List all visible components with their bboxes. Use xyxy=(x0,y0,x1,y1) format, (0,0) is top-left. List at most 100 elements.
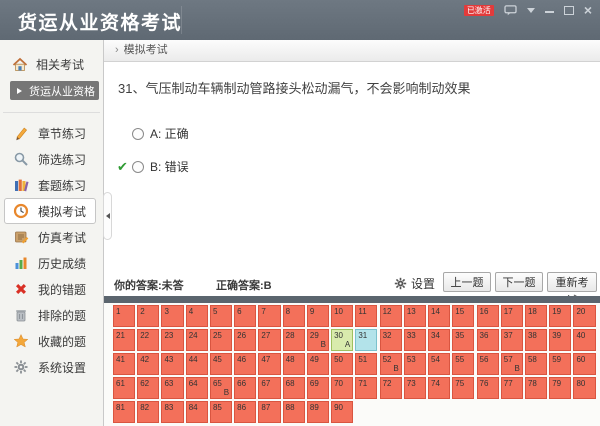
question-cell-27[interactable]: 27 xyxy=(258,329,280,351)
sidebar-item-mock-exam[interactable]: 模拟考试 xyxy=(4,198,96,224)
feedback-chat-icon[interactable] xyxy=(504,5,517,16)
question-cell-20[interactable]: 20 xyxy=(573,305,595,327)
question-cell-7[interactable]: 7 xyxy=(258,305,280,327)
question-cell-60[interactable]: 60 xyxy=(573,353,595,375)
question-cell-1[interactable]: 1 xyxy=(113,305,135,327)
question-cell-3[interactable]: 3 xyxy=(161,305,183,327)
question-cell-45[interactable]: 45 xyxy=(210,353,232,375)
question-cell-68[interactable]: 68 xyxy=(283,377,305,399)
question-cell-72[interactable]: 72 xyxy=(380,377,402,399)
question-cell-29[interactable]: 29B xyxy=(307,329,329,351)
question-cell-86[interactable]: 86 xyxy=(234,401,256,423)
question-cell-40[interactable]: 40 xyxy=(573,329,595,351)
sidebar-item-filter-practice[interactable]: 筛选练习 xyxy=(0,146,103,172)
question-cell-43[interactable]: 43 xyxy=(161,353,183,375)
question-cell-53[interactable]: 53 xyxy=(404,353,426,375)
option-b-label[interactable]: B: 错误 xyxy=(150,158,189,175)
question-cell-87[interactable]: 87 xyxy=(258,401,280,423)
question-cell-81[interactable]: 81 xyxy=(113,401,135,423)
question-cell-61[interactable]: 61 xyxy=(113,377,135,399)
sidebar-item-my-mistakes[interactable]: 我的错题 xyxy=(0,276,103,302)
sidebar-item-chapter-practice[interactable]: 章节练习 xyxy=(0,120,103,146)
question-cell-21[interactable]: 21 xyxy=(113,329,135,351)
question-cell-32[interactable]: 32 xyxy=(380,329,402,351)
settings-button[interactable]: 设置 xyxy=(394,275,435,292)
question-cell-67[interactable]: 67 xyxy=(258,377,280,399)
question-cell-62[interactable]: 62 xyxy=(137,377,159,399)
restart-exam-button[interactable]: 重新考试 xyxy=(547,272,597,292)
question-cell-47[interactable]: 47 xyxy=(258,353,280,375)
question-cell-11[interactable]: 11 xyxy=(355,305,377,327)
question-cell-28[interactable]: 28 xyxy=(283,329,305,351)
question-cell-70[interactable]: 70 xyxy=(331,377,353,399)
sidebar-item-simulation-exam[interactable]: 仿真考试 xyxy=(0,224,103,250)
question-cell-22[interactable]: 22 xyxy=(137,329,159,351)
question-cell-59[interactable]: 59 xyxy=(549,353,571,375)
question-cell-65[interactable]: 65B xyxy=(210,377,232,399)
question-cell-77[interactable]: 77 xyxy=(501,377,523,399)
question-cell-36[interactable]: 36 xyxy=(477,329,499,351)
question-cell-82[interactable]: 82 xyxy=(137,401,159,423)
question-cell-55[interactable]: 55 xyxy=(452,353,474,375)
question-cell-52[interactable]: 52B xyxy=(380,353,402,375)
question-cell-90[interactable]: 90 xyxy=(331,401,353,423)
question-cell-38[interactable]: 38 xyxy=(525,329,547,351)
question-cell-83[interactable]: 83 xyxy=(161,401,183,423)
previous-question-button[interactable]: 上一题 xyxy=(443,272,491,292)
question-cell-17[interactable]: 17 xyxy=(501,305,523,327)
question-cell-8[interactable]: 8 xyxy=(283,305,305,327)
question-cell-14[interactable]: 14 xyxy=(428,305,450,327)
question-cell-23[interactable]: 23 xyxy=(161,329,183,351)
question-cell-64[interactable]: 64 xyxy=(186,377,208,399)
menu-dropdown-icon[interactable] xyxy=(527,8,535,13)
sidebar-item-system-settings[interactable]: 系统设置 xyxy=(0,354,103,380)
question-cell-9[interactable]: 9 xyxy=(307,305,329,327)
question-cell-71[interactable]: 71 xyxy=(355,377,377,399)
question-cell-6[interactable]: 6 xyxy=(234,305,256,327)
question-cell-41[interactable]: 41 xyxy=(113,353,135,375)
sidebar-item-favorite-questions[interactable]: 收藏的题 xyxy=(0,328,103,354)
question-cell-12[interactable]: 12 xyxy=(380,305,402,327)
option-a[interactable]: A: 正确 xyxy=(117,125,189,142)
question-cell-49[interactable]: 49 xyxy=(307,353,329,375)
question-cell-76[interactable]: 76 xyxy=(477,377,499,399)
question-cell-42[interactable]: 42 xyxy=(137,353,159,375)
question-cell-18[interactable]: 18 xyxy=(525,305,547,327)
question-cell-73[interactable]: 73 xyxy=(404,377,426,399)
question-cell-2[interactable]: 2 xyxy=(137,305,159,327)
question-cell-39[interactable]: 39 xyxy=(549,329,571,351)
question-cell-80[interactable]: 80 xyxy=(573,377,595,399)
question-cell-78[interactable]: 78 xyxy=(525,377,547,399)
question-cell-10[interactable]: 10 xyxy=(331,305,353,327)
question-cell-48[interactable]: 48 xyxy=(283,353,305,375)
option-b[interactable]: ✔ B: 错误 xyxy=(117,158,189,175)
question-cell-5[interactable]: 5 xyxy=(210,305,232,327)
question-cell-85[interactable]: 85 xyxy=(210,401,232,423)
question-cell-31[interactable]: 31 xyxy=(355,329,377,351)
close-button[interactable]: × xyxy=(584,4,592,16)
question-cell-44[interactable]: 44 xyxy=(186,353,208,375)
minimize-button[interactable] xyxy=(545,7,554,13)
sidebar-item-set-practice[interactable]: 套题练习 xyxy=(0,172,103,198)
question-cell-63[interactable]: 63 xyxy=(161,377,183,399)
question-cell-75[interactable]: 75 xyxy=(452,377,474,399)
question-cell-35[interactable]: 35 xyxy=(452,329,474,351)
sidebar-item-history-scores[interactable]: 历史成绩 xyxy=(0,250,103,276)
sidebar-item-excluded-questions[interactable]: 排除的题 xyxy=(0,302,103,328)
question-cell-69[interactable]: 69 xyxy=(307,377,329,399)
question-cell-74[interactable]: 74 xyxy=(428,377,450,399)
question-cell-51[interactable]: 51 xyxy=(355,353,377,375)
question-cell-84[interactable]: 84 xyxy=(186,401,208,423)
sidebar-collapse-handle[interactable] xyxy=(103,192,112,240)
option-b-radio[interactable] xyxy=(132,161,144,173)
question-cell-4[interactable]: 4 xyxy=(186,305,208,327)
question-cell-16[interactable]: 16 xyxy=(477,305,499,327)
maximize-button[interactable] xyxy=(564,6,574,15)
question-cell-50[interactable]: 50 xyxy=(331,353,353,375)
question-cell-57[interactable]: 57B xyxy=(501,353,523,375)
question-cell-54[interactable]: 54 xyxy=(428,353,450,375)
question-cell-25[interactable]: 25 xyxy=(210,329,232,351)
question-cell-88[interactable]: 88 xyxy=(283,401,305,423)
question-cell-30[interactable]: 30A xyxy=(331,329,353,351)
question-cell-56[interactable]: 56 xyxy=(477,353,499,375)
